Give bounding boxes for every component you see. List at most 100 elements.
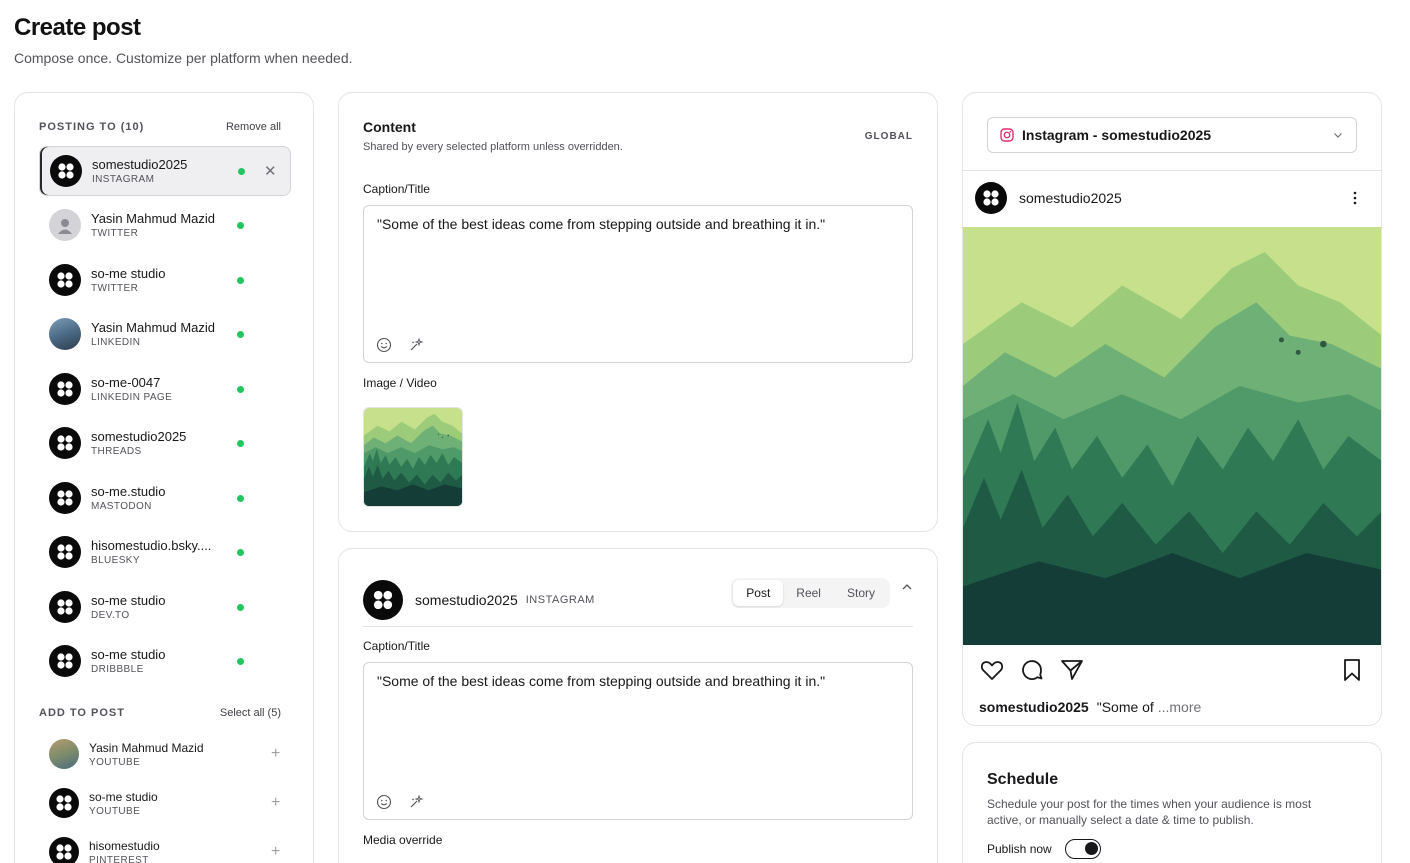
tab-reel[interactable]: Reel [783, 580, 834, 606]
account-platform: BLUESKY [91, 555, 140, 566]
chevron-up-icon[interactable] [900, 580, 914, 594]
ai-sparkle-icon[interactable] [408, 794, 424, 810]
avatar [49, 482, 81, 514]
account-item-linkedin-page[interactable]: so-me-0047 LINKEDIN PAGE [39, 364, 291, 414]
account-platform: YOUTUBE [89, 756, 141, 768]
account-name: so-me studio [89, 789, 158, 804]
avatar [49, 427, 81, 459]
remove-all-button[interactable]: Remove all [226, 121, 281, 133]
account-item-threads[interactable]: somestudio2025 THREADS [39, 418, 291, 468]
status-dot [237, 548, 244, 556]
avatar [49, 645, 81, 677]
account-item-mastodon[interactable]: so-me.studio MASTODON [39, 473, 291, 523]
account-item-twitter-studio[interactable]: so-me studio TWITTER [39, 255, 291, 305]
platform-name: INSTAGRAM [525, 593, 595, 606]
account-item-dribbble[interactable]: so-me studio DRIBBBLE [39, 636, 291, 686]
media-label: Image / Video [363, 376, 437, 390]
account-name: so-me.studio [91, 484, 166, 499]
avatar [49, 591, 81, 623]
status-dot [237, 439, 244, 447]
account-name: Yasin Mahmud Mazid [89, 740, 204, 755]
account-name: so-me-0047 [91, 375, 161, 390]
account-item-devto[interactable]: so-me studio DEV.TO [39, 582, 291, 632]
emoji-icon[interactable] [376, 337, 392, 353]
account-name: hisomestudio.bsky.... [91, 538, 212, 553]
more-link[interactable]: ...more [1158, 699, 1202, 715]
status-dot [237, 603, 244, 611]
add-account-youtube-yasin[interactable]: Yasin Mahmud Mazid YOUTUBE + [39, 729, 291, 779]
account-item-bluesky[interactable]: hisomestudio.bsky.... BLUESKY [39, 527, 291, 577]
schedule-description: Schedule your post for the times when yo… [987, 797, 1312, 827]
page-title: Create post [14, 14, 141, 41]
account-name: so-me studio [91, 647, 166, 662]
media-thumbnail[interactable] [363, 407, 463, 507]
close-icon[interactable]: ✕ [264, 162, 277, 180]
emoji-icon[interactable] [376, 794, 392, 810]
account-item-twitter[interactable]: Yasin Mahmud Mazid TWITTER [39, 200, 291, 250]
avatar [49, 837, 79, 863]
account-name: somestudio2025 [92, 157, 188, 172]
ig-username: somestudio2025 [1019, 190, 1122, 206]
account-item-instagram[interactable]: somestudio2025 INSTAGRAM ✕ [39, 146, 291, 196]
account-platform: INSTAGRAM [92, 174, 155, 185]
preview-card: Instagram - somestudio2025 somestudio202… [962, 92, 1382, 726]
heart-icon[interactable] [979, 657, 1005, 683]
account-item-linkedin[interactable]: Yasin Mahmud Mazid LINKEDIN [39, 309, 291, 359]
account-name: Yasin Mahmud Mazid [91, 320, 216, 335]
share-icon[interactable] [1059, 657, 1085, 683]
chevron-down-icon [1334, 133, 1342, 138]
caption-text: "Some of the best ideas come from steppi… [377, 216, 826, 232]
avatar [49, 318, 81, 350]
avatar [975, 182, 1007, 214]
avatar [49, 209, 81, 241]
add-to-post-header: ADD TO POST Select all (5) [39, 707, 281, 719]
account-name: hisomestudio [89, 838, 160, 853]
schedule-card: Schedule Schedule your post for the time… [962, 742, 1382, 863]
content-subtitle: Shared by every selected platform unless… [363, 141, 623, 153]
account-platform: TWITTER [91, 228, 139, 239]
preview-account-select[interactable]: Instagram - somestudio2025 [987, 117, 1357, 153]
caption-label: Caption/Title [363, 639, 430, 653]
ig-post-image [963, 227, 1382, 645]
add-account-youtube-studio[interactable]: so-me studio YOUTUBE + [39, 778, 291, 828]
ig-caption: somestudio2025 "Some of ...more [979, 699, 1201, 715]
status-dot [237, 657, 244, 665]
account-platform: LINKEDIN [91, 337, 141, 348]
preview-account-label: Instagram - somestudio2025 [1022, 127, 1212, 143]
account-platform: LINKEDIN PAGE [91, 392, 173, 403]
global-badge: GLOBAL [864, 131, 913, 142]
caption-override-input[interactable]: "Some of the best ideas come from steppi… [363, 662, 913, 820]
accounts-panel: POSTING TO (10) Remove all somestudio202… [14, 92, 314, 863]
ig-caption-text: "Some of [1096, 699, 1158, 715]
plus-icon[interactable]: + [271, 745, 280, 763]
tab-story[interactable]: Story [834, 580, 888, 606]
plus-icon[interactable]: + [271, 794, 280, 812]
account-platform: MASTODON [91, 501, 152, 512]
plus-icon[interactable]: + [271, 843, 280, 861]
select-all-button[interactable]: Select all (5) [220, 707, 281, 719]
account-platform: THREADS [91, 446, 142, 457]
avatar [363, 579, 403, 620]
account-name: so-me studio [91, 266, 166, 281]
ig-post-header: somestudio2025 [975, 182, 1369, 214]
avatar [50, 155, 82, 187]
avatar [49, 739, 79, 769]
account-name: somestudio2025 [415, 591, 518, 608]
bookmark-icon[interactable] [1339, 657, 1365, 683]
caption-input[interactable]: "Some of the best ideas come from steppi… [363, 205, 913, 363]
account-name: Yasin Mahmud Mazid [91, 211, 216, 226]
comment-icon[interactable] [1019, 657, 1045, 683]
status-dot [237, 385, 244, 393]
avatar [49, 788, 79, 818]
more-options-icon[interactable] [1347, 190, 1363, 206]
tab-post[interactable]: Post [733, 580, 784, 606]
add-account-pinterest[interactable]: hisomestudio PINTEREST + [39, 827, 291, 863]
account-platform: DEV.TO [91, 610, 130, 621]
account-platform: TWITTER [91, 283, 139, 294]
post-type-switch: Post Reel Story [731, 578, 890, 608]
status-dot [237, 276, 244, 284]
caption-text: "Some of the best ideas come from steppi… [377, 673, 826, 689]
ai-sparkle-icon[interactable] [408, 337, 424, 353]
publish-now-toggle[interactable] [1065, 839, 1101, 859]
posting-to-header: POSTING TO (10) Remove all [39, 121, 281, 133]
